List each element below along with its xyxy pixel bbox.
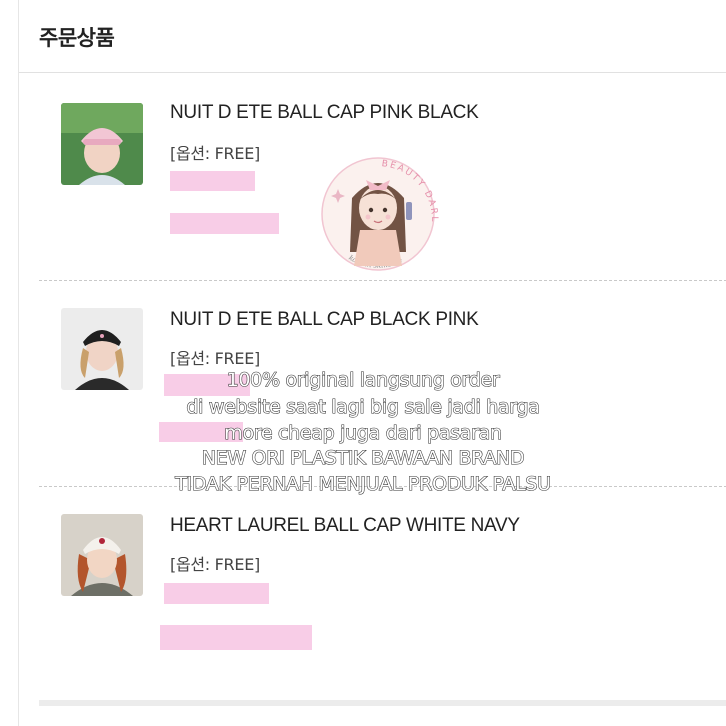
product-name[interactable]: NUIT D ETE BALL CAP PINK BLACK: [170, 102, 479, 124]
product-option: [옵션: FREE]: [170, 555, 260, 574]
section-title: 주문상품: [39, 26, 115, 50]
product-thumbnail[interactable]: [61, 103, 143, 185]
product-name[interactable]: HEART LAUREL BALL CAP WHITE NAVY: [170, 515, 520, 537]
product-name[interactable]: NUIT D ETE BALL CAP BLACK PINK: [170, 309, 479, 331]
overlay-line: NEW ORI PLASTIK BAWAAN BRAND: [201, 446, 525, 469]
redacted-price: [164, 583, 269, 604]
overlay-line: di website saat lagi big sale jadi harga: [186, 395, 541, 418]
product-option: [옵션: FREE]: [170, 144, 260, 163]
overlay-line: more cheap juga dari pasaran: [224, 421, 503, 444]
redacted-price: [170, 171, 255, 191]
product-thumbnail[interactable]: [61, 514, 143, 596]
order-items-panel: 주문상품 NUIT D ETE BALL CAP PINK BLACK [옵션:…: [18, 0, 726, 726]
beauty-darling-watermark-logo: BEAUTY DARLING korean skincare: [298, 143, 454, 272]
overlay-line: 100% original langsung order: [226, 368, 500, 391]
product-option: [옵션: FREE]: [170, 349, 260, 368]
overlay-line: TIDAK PERNAH MENJUAL PRODUK PALSU: [175, 472, 552, 495]
redacted-quantity: [170, 213, 279, 234]
header-divider: [19, 72, 726, 73]
panel-bottom-bar: [39, 700, 726, 706]
redacted-quantity: [160, 625, 312, 650]
item-divider: [39, 280, 726, 281]
